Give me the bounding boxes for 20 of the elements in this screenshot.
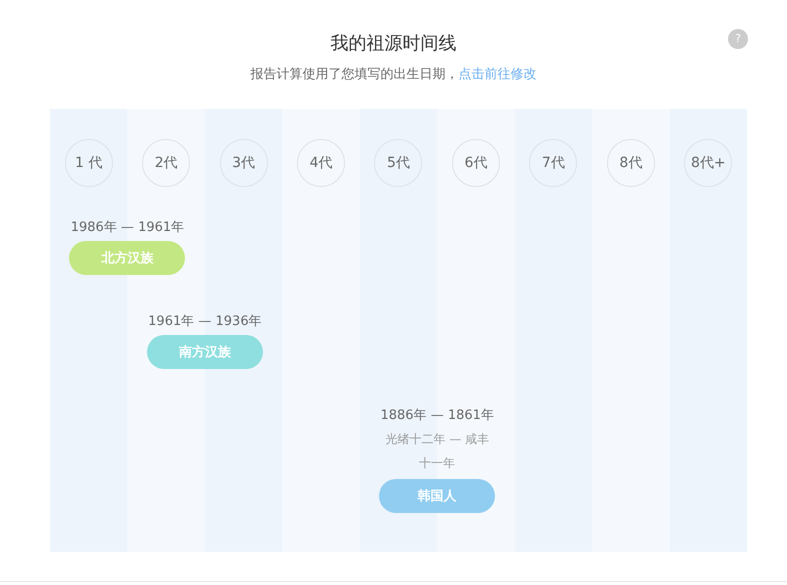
generation-badge: 8代 [606, 139, 655, 187]
page-title: 我的祖源时间线 [330, 32, 456, 56]
help-icon[interactable]: ? [728, 29, 748, 49]
era-range: 光绪十二年 — 咸丰十一年 [384, 431, 490, 472]
generation-badge: 6代 [452, 139, 500, 187]
generation-badge: 3代 [220, 139, 268, 187]
year-range: 1986年 — 1961年 [70, 219, 184, 237]
ancestry-tag: 南方汉族 [146, 335, 263, 369]
ancestry-tag: 北方汉族 [69, 241, 186, 275]
generation-badge: 8代+ [684, 139, 732, 187]
edit-link[interactable]: 点击前往修改 [458, 67, 536, 82]
year-range: 1886年 — 1861年 [380, 407, 494, 425]
generation-badge: 7代 [529, 139, 578, 187]
year-range: 1961年 — 1936年 [148, 313, 262, 331]
generation-badge: 1 代 [64, 139, 113, 187]
generation-badge: 5代 [374, 139, 422, 187]
subtitle: 报告计算使用了您填写的出生日期，点击前往修改 [250, 66, 538, 84]
ancestry-tag: 韩国人 [379, 479, 496, 513]
generation-badge: 2代 [142, 139, 190, 187]
generation-badge: 4代 [297, 139, 346, 187]
